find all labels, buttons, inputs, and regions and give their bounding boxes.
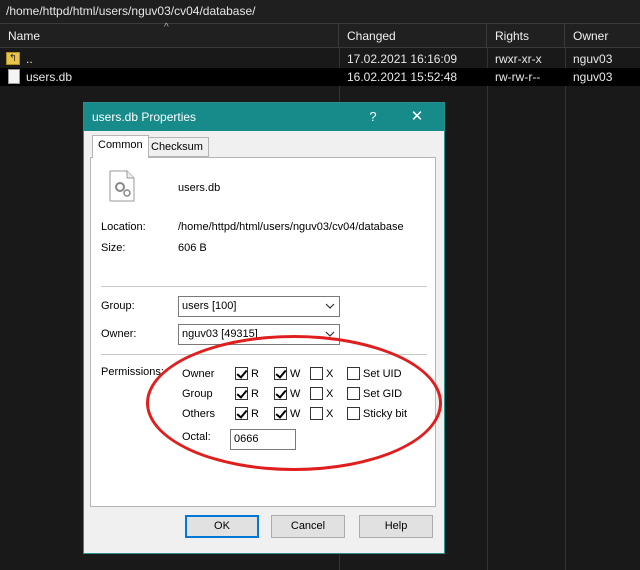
- column-rights[interactable]: Rights: [487, 24, 565, 48]
- group-write-checkbox[interactable]: [274, 387, 287, 400]
- size-value: 606 B: [178, 242, 207, 254]
- set-uid-label: Set UID: [363, 368, 402, 380]
- file-row-users-db[interactable]: users.db 16.02.2021 15:52:48 rw-rw-r-- n…: [0, 68, 640, 86]
- owner-select[interactable]: nguv03 [49315]: [178, 324, 340, 345]
- file-rights: rwxr-xr-x: [495, 52, 542, 66]
- common-tab-panel: users.db Location: /home/httpd/html/user…: [90, 157, 436, 507]
- file-settings-icon: [109, 170, 135, 202]
- perm-row-others: Others: [182, 408, 216, 420]
- file-rights: rw-rw-r--: [495, 70, 541, 84]
- execute-label: X: [326, 408, 334, 420]
- group-label: Group:: [101, 300, 135, 312]
- read-label: R: [251, 408, 259, 420]
- execute-label: X: [326, 368, 334, 380]
- divider: [101, 286, 427, 287]
- octal-label: Octal:: [182, 431, 211, 443]
- file-owner: nguv03: [573, 52, 613, 66]
- others-execute-checkbox[interactable]: [310, 407, 323, 420]
- owner-write-checkbox[interactable]: [274, 367, 287, 380]
- column-divider: [565, 48, 566, 570]
- group-read-checkbox[interactable]: [235, 387, 248, 400]
- set-gid-checkbox[interactable]: [347, 387, 360, 400]
- owner-label: Owner:: [101, 328, 137, 340]
- divider: [101, 354, 427, 355]
- properties-dialog: users.db Properties ? ✕ Common Checksum …: [83, 102, 445, 554]
- set-gid-label: Set GID: [363, 388, 403, 400]
- file-changed: 17.02.2021 16:16:09: [347, 52, 458, 66]
- cancel-button[interactable]: Cancel: [271, 515, 345, 538]
- column-divider: [487, 48, 488, 570]
- dialog-title: users.db Properties: [92, 110, 197, 124]
- write-label: W: [290, 388, 301, 400]
- sticky-bit-label: Sticky bit: [363, 408, 408, 420]
- column-name[interactable]: Name: [0, 24, 339, 48]
- permissions-label: Permissions:: [101, 366, 164, 378]
- others-write-checkbox[interactable]: [274, 407, 287, 420]
- file-name: users.db: [26, 70, 73, 84]
- read-label: R: [251, 388, 259, 400]
- owner-select-value: nguv03 [49315]: [182, 328, 258, 340]
- file-owner: nguv03: [573, 70, 613, 84]
- close-icon[interactable]: ✕: [402, 107, 432, 127]
- size-label: Size:: [101, 242, 126, 254]
- owner-read-checkbox[interactable]: [235, 367, 248, 380]
- write-label: W: [290, 408, 301, 420]
- set-uid-checkbox[interactable]: [347, 367, 360, 380]
- ok-button[interactable]: OK: [185, 515, 259, 538]
- tab-checksum[interactable]: Checksum: [145, 137, 209, 157]
- perm-row-group: Group: [182, 388, 213, 400]
- column-header: Name Changed Rights Owner: [0, 24, 640, 48]
- execute-label: X: [326, 388, 334, 400]
- file-name: ..: [26, 52, 33, 66]
- chevron-down-icon: [325, 331, 335, 337]
- location-value: /home/httpd/html/users/nguv03/cv04/datab…: [178, 221, 404, 233]
- dialog-titlebar[interactable]: users.db Properties ? ✕: [84, 103, 444, 131]
- write-label: W: [290, 368, 301, 380]
- owner-execute-checkbox[interactable]: [310, 367, 323, 380]
- file-name-value: users.db: [178, 182, 221, 194]
- perm-row-owner: Owner: [182, 368, 215, 380]
- file-row-parent[interactable]: ↰ .. 17.02.2021 16:16:09 rwxr-xr-x nguv0…: [0, 50, 640, 68]
- tab-common[interactable]: Common: [92, 135, 149, 158]
- path-bar[interactable]: /home/httpd/html/users/nguv03/cv04/datab…: [0, 0, 640, 24]
- file-changed: 16.02.2021 15:52:48: [347, 70, 458, 84]
- group-execute-checkbox[interactable]: [310, 387, 323, 400]
- sticky-bit-checkbox[interactable]: [347, 407, 360, 420]
- column-changed[interactable]: Changed: [339, 24, 487, 48]
- sort-ascending-icon: ^: [164, 22, 169, 33]
- column-owner[interactable]: Owner: [565, 24, 640, 48]
- others-read-checkbox[interactable]: [235, 407, 248, 420]
- octal-input[interactable]: 0666: [230, 429, 296, 450]
- help-button[interactable]: Help: [359, 515, 433, 538]
- read-label: R: [251, 368, 259, 380]
- group-select[interactable]: users [100]: [178, 296, 340, 317]
- location-label: Location:: [101, 221, 146, 233]
- chevron-down-icon: [325, 303, 335, 309]
- help-icon[interactable]: ?: [358, 107, 388, 127]
- group-select-value: users [100]: [182, 300, 237, 312]
